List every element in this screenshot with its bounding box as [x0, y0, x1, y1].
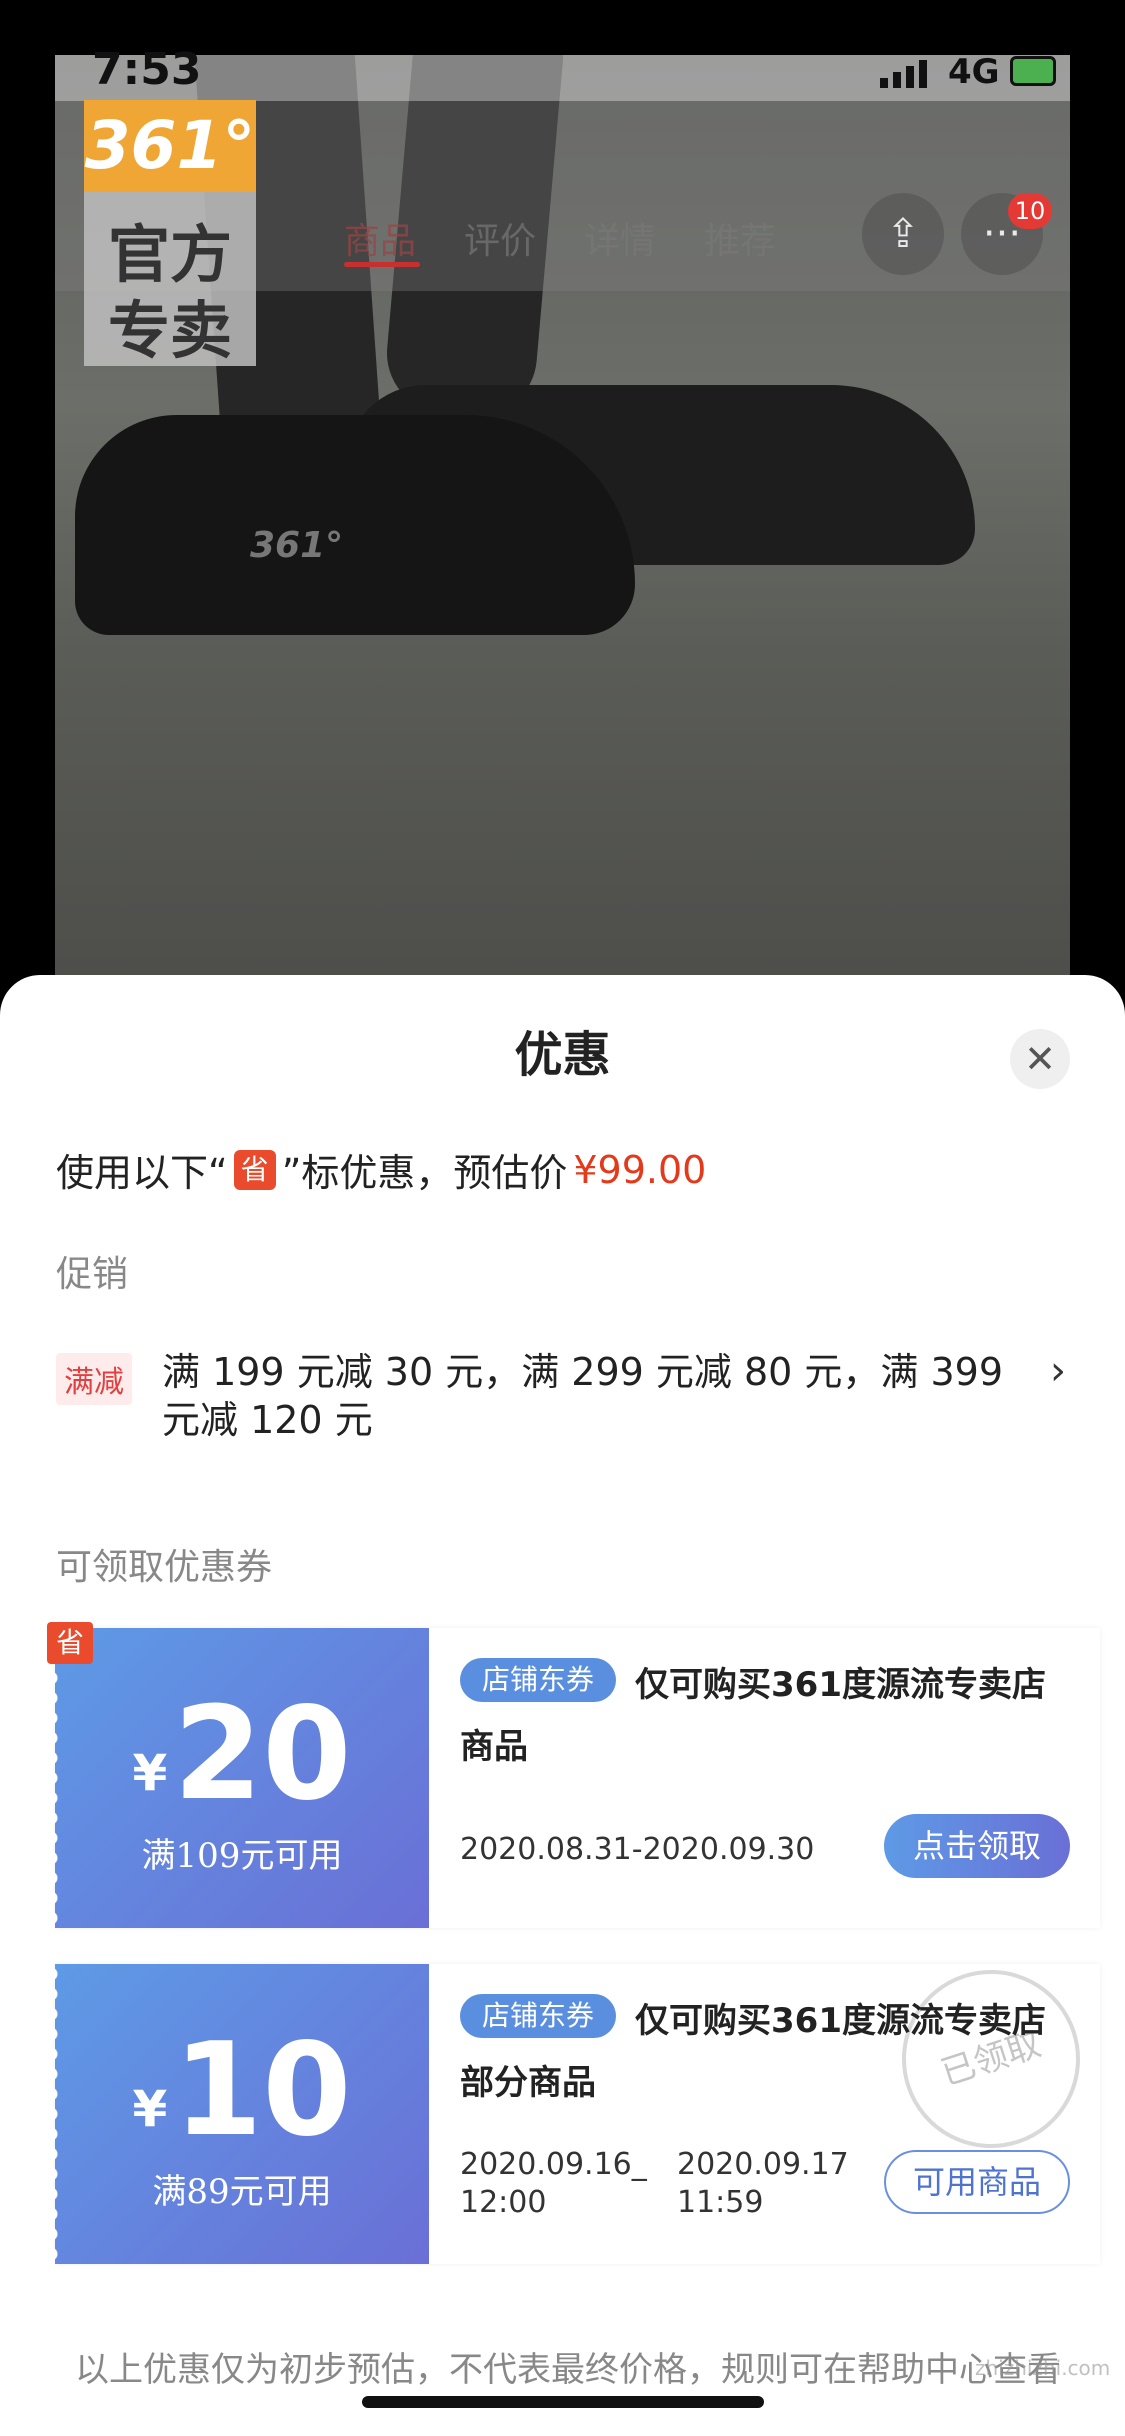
status-time: 7:53 [92, 44, 202, 95]
validity-start-time: 12:00 [460, 2185, 547, 2220]
battery-icon [1010, 56, 1056, 86]
promo-section-title: 促销 [56, 1254, 129, 1295]
close-icon: ✕ [1024, 1037, 1056, 1081]
coupon-threshold: 满109元可用 [141, 1836, 343, 1876]
estimate-prefix: 使用以下“ [56, 1151, 228, 1195]
coupon-threshold: 满89元可用 [152, 2172, 332, 2212]
tab-goods[interactable]: 商品 [344, 212, 416, 264]
estimate-line: 使用以下“ 省 ”标优惠，预估价 ¥99.00 [56, 1142, 706, 1197]
coupon-amount-value: 20 [173, 1680, 352, 1829]
coupon-value-panel: ¥10 满89元可用 [51, 1964, 429, 2264]
coupon-card: ¥20 满109元可用 省 仅可购买361度源流专卖店商品 店铺东券 2020.… [47, 1622, 1100, 1928]
coupon-amount: ¥10 [55, 2016, 429, 2165]
footer-note: 以上优惠仅为初步预估，不代表最终价格，规则可在帮助中心查看 [75, 2350, 1061, 2390]
estimate-suffix: ”标优惠，预估价 [281, 1151, 568, 1195]
validity-start-date: 2020.09.16_ [460, 2147, 647, 2182]
promo-text[interactable]: 满 199 元减 30 元，满 299 元减 80 元，满 399 元减 120… [162, 1348, 1032, 1444]
validity-end-date: 2020.09.17 [677, 2147, 849, 2182]
share-button[interactable]: ⇪ [862, 193, 944, 275]
claim-coupon-button[interactable]: 点击领取 [884, 1814, 1070, 1878]
available-products-button[interactable]: 可用商品 [884, 2150, 1070, 2214]
coupon-amount: ¥20 [55, 1680, 429, 1829]
estimate-price: ¥99.00 [573, 1147, 707, 1192]
coupon-section-title: 可领取优惠券 [56, 1547, 273, 1588]
network-label: 4G [948, 52, 1000, 92]
coupon-value-panel: ¥20 满109元可用 [51, 1628, 429, 1928]
coupon-currency: ¥ [132, 1744, 168, 1802]
coupon-amount-value: 10 [173, 2016, 352, 2165]
shoe-front [75, 415, 635, 635]
tab-recommend[interactable]: 推荐 [704, 212, 776, 264]
brand-line-2: 专卖 [107, 294, 232, 367]
tab-active-indicator [344, 262, 420, 267]
chevron-right-icon[interactable]: › [1050, 1348, 1066, 1394]
home-indicator[interactable] [362, 2396, 764, 2408]
coupon-shop-tag: 店铺东券 [460, 1658, 617, 1702]
tab-reviews[interactable]: 评价 [464, 212, 536, 264]
watermark: zhizhizhi.com [975, 2356, 1111, 2380]
share-icon: ⇪ [886, 211, 920, 257]
close-button[interactable]: ✕ [1010, 1029, 1070, 1089]
coupon-validity-start: 2020.09.16_ 12:00 [460, 2146, 647, 2222]
brand-logo: 361° [84, 100, 256, 192]
signal-icon [880, 60, 927, 88]
shoe-logo: 361° [250, 525, 344, 566]
coupon-validity: 2020.08.31-2020.09.30 [460, 1832, 815, 1867]
coupon-shop-tag: 店铺东券 [460, 1994, 617, 2038]
more-count-badge: 10 [1008, 193, 1052, 229]
save-chip: 省 [233, 1149, 276, 1190]
tab-details[interactable]: 详情 [584, 212, 656, 264]
coupon-card: ¥10 满89元可用 已领取 仅可购买361度源流专卖店部分商品 店铺东券 20… [51, 1946, 1104, 2264]
coupon-currency: ¥ [132, 2080, 168, 2138]
coupon-save-badge: 省 [47, 1622, 93, 1664]
sheet-title: 优惠 [514, 1027, 611, 1083]
promo-tag: 满减 [56, 1353, 132, 1405]
validity-end-time: 11:59 [677, 2185, 764, 2220]
brand-badge: 361° 官方 专卖 [84, 100, 256, 367]
coupon-validity-end: 2020.09.17 11:59 [677, 2146, 849, 2222]
